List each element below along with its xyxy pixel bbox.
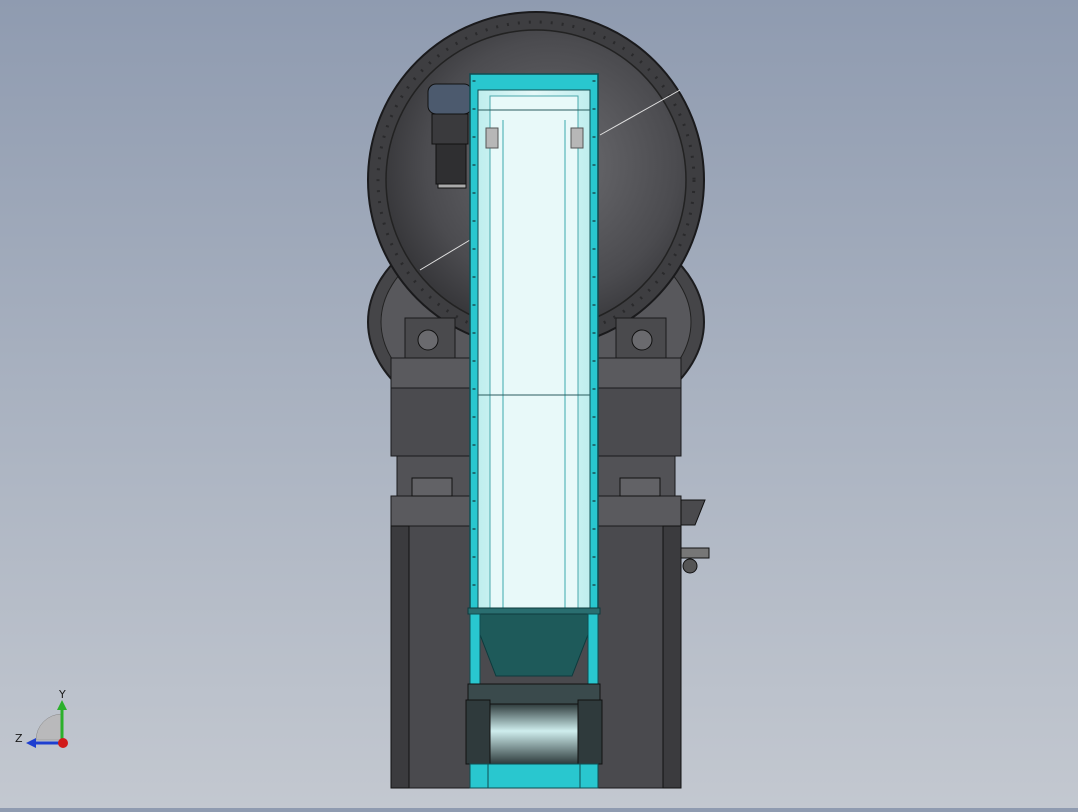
side-chute[interactable] bbox=[680, 499, 710, 574]
model-canvas[interactable]: Y Z bbox=[0, 0, 1078, 808]
y-axis-head-icon bbox=[57, 700, 67, 710]
y-axis-label: Y bbox=[58, 688, 66, 701]
right-bearing[interactable] bbox=[615, 317, 667, 359]
tail-roller[interactable] bbox=[465, 683, 603, 789]
left-bearing[interactable] bbox=[404, 317, 456, 359]
origin-icon bbox=[58, 738, 68, 748]
z-axis-head-icon bbox=[26, 738, 36, 748]
elevator-casing[interactable] bbox=[469, 73, 599, 611]
model-viewport[interactable]: Y Z bbox=[0, 0, 1078, 808]
z-axis-label: Z bbox=[15, 732, 23, 745]
coordinate-triad: Y Z bbox=[15, 688, 68, 748]
